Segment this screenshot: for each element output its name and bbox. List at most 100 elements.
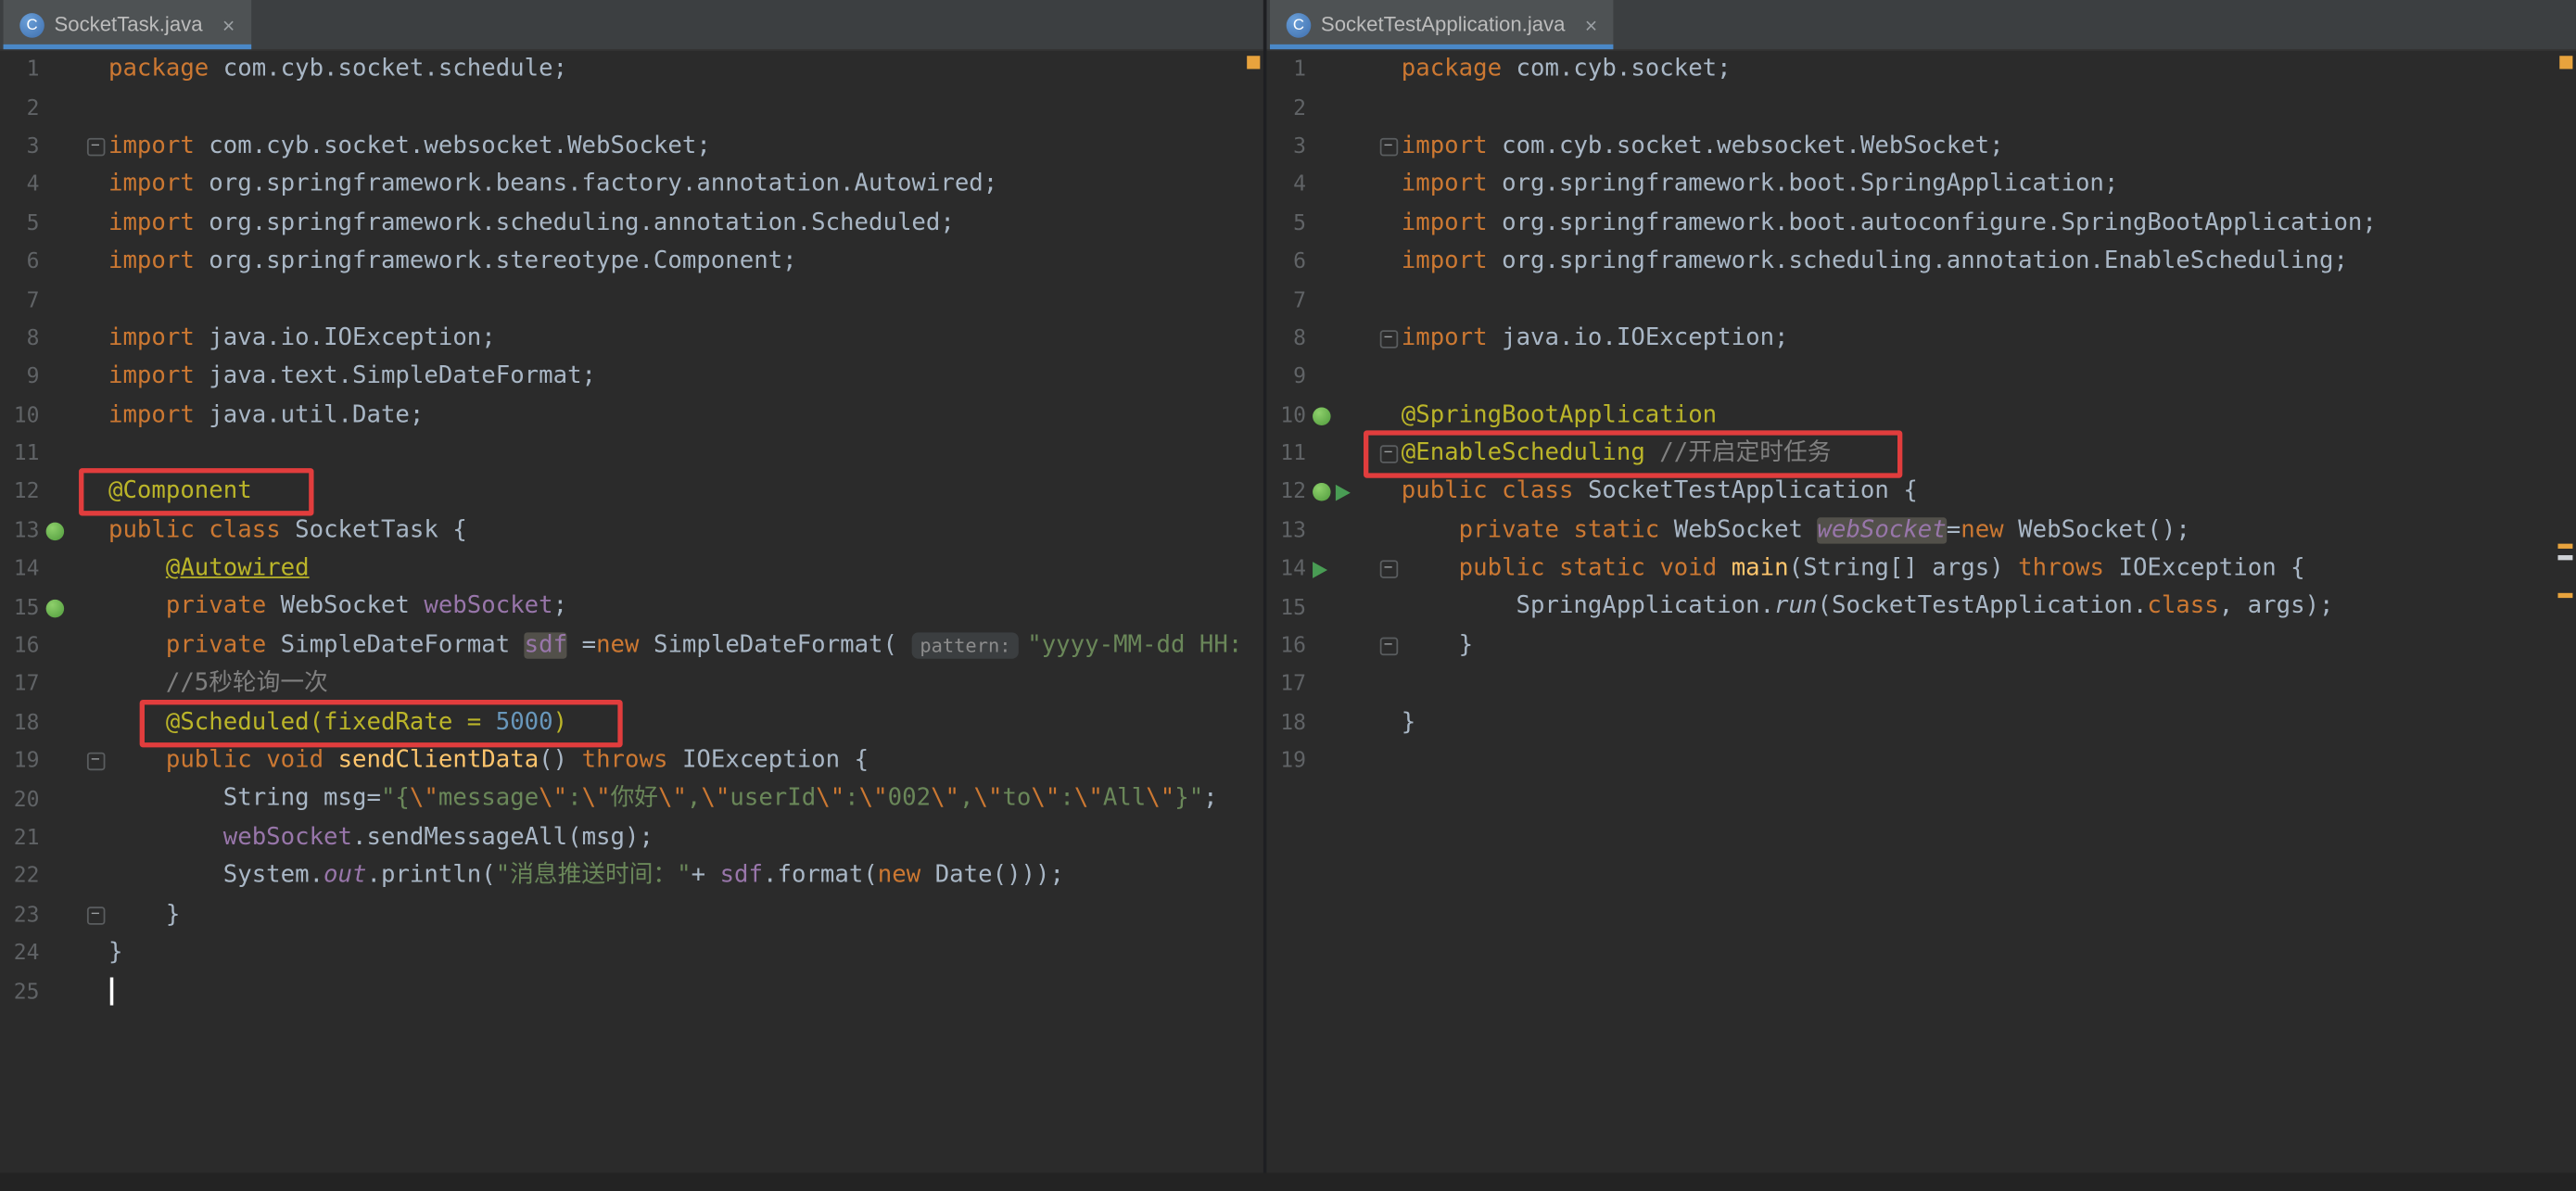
line-number: 12 — [1266, 480, 1306, 505]
code-line[interactable]: 1package com.cyb.socket; — [1266, 51, 2576, 89]
code-text: @EnableScheduling //开启定时任务 — [1402, 435, 2576, 473]
tab-sockettask-java[interactable]: C SocketTask.java × — [4, 0, 251, 49]
code-text: import org.springframework.scheduling.an… — [1402, 243, 2576, 281]
fold-marker[interactable]: − — [86, 753, 104, 770]
code-line[interactable]: 15 SpringApplication.run(SocketTestAppli… — [1266, 589, 2576, 627]
spring-bean-icon[interactable] — [46, 522, 64, 539]
code-line[interactable]: 3−import com.cyb.socket.websocket.WebSoc… — [0, 128, 1263, 166]
close-icon[interactable]: × — [222, 14, 235, 35]
code-line[interactable]: 17 //5秒轮询一次 — [0, 665, 1263, 703]
fold-marker[interactable]: − — [1379, 638, 1397, 655]
code-text: @SpringBootApplication — [1402, 397, 2576, 435]
code-line[interactable]: 1package com.cyb.socket.schedule; — [0, 51, 1263, 89]
run-icon[interactable] — [1313, 562, 1327, 578]
code-line[interactable]: 11 — [0, 435, 1263, 473]
gutter-icons — [1306, 484, 1375, 501]
code-line[interactable]: 23− } — [0, 896, 1263, 934]
code-text: public class SocketTask { — [108, 512, 1263, 550]
code-line[interactable]: 19− public void sendClientData() throws … — [0, 742, 1263, 780]
line-number: 9 — [1266, 365, 1306, 390]
line-number: 6 — [1266, 250, 1306, 275]
code-line[interactable]: 9 — [1266, 359, 2576, 397]
code-line[interactable]: 21 webSocket.sendMessageAll(msg); — [0, 819, 1263, 857]
code-line[interactable]: 8−import java.io.IOException; — [1266, 320, 2576, 358]
fold-marker[interactable]: − — [86, 906, 104, 924]
line-number: 7 — [1266, 288, 1306, 313]
gutter-icons — [1306, 562, 1375, 578]
code-text: public class SocketTestApplication { — [1402, 474, 2576, 512]
code-line[interactable]: 2 — [1266, 89, 2576, 127]
run-icon[interactable] — [1336, 485, 1351, 501]
code-line[interactable]: 4import org.springframework.boot.SpringA… — [1266, 166, 2576, 204]
code-line[interactable]: 12 public class SocketTestApplication { — [1266, 474, 2576, 512]
code-line[interactable]: 10import java.util.Date; — [0, 397, 1263, 435]
fold-marker[interactable]: − — [1379, 330, 1397, 348]
line-number: 2 — [1266, 96, 1306, 121]
scrollbar-error-stripe[interactable] — [2555, 51, 2576, 1191]
text-caret — [110, 977, 114, 1005]
code-text: private static WebSocket webSocket=new W… — [1402, 512, 2576, 550]
code-line[interactable]: 17 — [1266, 665, 2576, 703]
tab-bar-left: C SocketTask.java × — [0, 0, 1263, 51]
code-line[interactable]: 12@Component — [0, 474, 1263, 512]
code-line[interactable]: 2 — [0, 89, 1263, 127]
code-line[interactable]: 8import java.io.IOException; — [0, 320, 1263, 358]
fold-marker[interactable]: − — [1379, 138, 1397, 156]
line-number: 14 — [1266, 557, 1306, 582]
code-line[interactable]: 15 private WebSocket webSocket; — [0, 589, 1263, 627]
code-line[interactable]: 11−@EnableScheduling //开启定时任务 — [1266, 435, 2576, 473]
code-text: @Scheduled(fixedRate = 5000) — [108, 704, 1263, 742]
fold-marker[interactable]: − — [86, 138, 104, 156]
spring-bean-icon[interactable] — [1313, 407, 1330, 424]
tab-sockettestapplication-java[interactable]: C SocketTestApplication.java × — [1270, 0, 1614, 49]
code-line[interactable]: 16− } — [1266, 627, 2576, 665]
code-line[interactable]: 5 import org.springframework.boot.autocon… — [1266, 205, 2576, 243]
line-number: 24 — [0, 942, 40, 967]
fold-marker[interactable]: − — [1379, 445, 1397, 462]
code-text: @Autowired — [108, 551, 1263, 589]
code-line[interactable]: 14 @Autowired — [0, 551, 1263, 589]
line-number: 5 — [1266, 211, 1306, 236]
code-text: import java.util.Date; — [108, 397, 1263, 435]
tab-title: SocketTask.java — [54, 13, 202, 36]
spring-bean-icon[interactable] — [1313, 484, 1330, 501]
line-number: 7 — [0, 288, 40, 313]
code-line[interactable]: 9import java.text.SimpleDateFormat; — [0, 359, 1263, 397]
code-line[interactable]: 5import org.springframework.scheduling.a… — [0, 205, 1263, 243]
code-text: package com.cyb.socket.schedule; — [108, 51, 1263, 89]
code-line[interactable]: 7 — [0, 282, 1263, 320]
code-line[interactable]: 10 @SpringBootApplication — [1266, 397, 2576, 435]
code-line[interactable]: 19 — [1266, 742, 2576, 780]
code-line[interactable]: 24} — [0, 934, 1263, 972]
code-line[interactable]: 4import org.springframework.beans.factor… — [0, 166, 1263, 204]
spring-bean-icon[interactable] — [46, 599, 64, 616]
code-line[interactable]: 16 private SimpleDateFormat sdf =new Sim… — [0, 627, 1263, 665]
line-number: 2 — [0, 96, 40, 121]
code-line[interactable]: 6import org.springframework.stereotype.C… — [0, 243, 1263, 281]
code-line[interactable]: 22 System.out.println("消息推送时间："+ sdf.for… — [0, 858, 1263, 896]
code-editor[interactable]: 1package com.cyb.socket.schedule; 2 3−impo… — [0, 51, 1263, 1011]
code-line[interactable]: 18 @Scheduled(fixedRate = 5000) — [0, 704, 1263, 742]
fold-marker[interactable]: − — [1379, 561, 1397, 578]
code-line[interactable]: 3−import com.cyb.socket.websocket.WebSoc… — [1266, 128, 2576, 166]
code-line[interactable]: 13public class SocketTask { — [0, 512, 1263, 550]
scrollbar-error-stripe[interactable] — [1242, 51, 1263, 1191]
code-line[interactable]: 25 — [0, 973, 1263, 1011]
gutter-fold-area: − — [82, 906, 108, 924]
code-text: import org.springframework.scheduling.an… — [108, 205, 1263, 243]
code-editor[interactable]: 1package com.cyb.socket; 2 3−import com.cy… — [1266, 51, 2576, 781]
line-number: 17 — [1266, 673, 1306, 698]
close-icon[interactable]: × — [1585, 14, 1597, 35]
code-text: webSocket.sendMessageAll(msg); — [108, 819, 1263, 857]
code-line[interactable]: 6 import org.springframework.scheduling.a… — [1266, 243, 2576, 281]
line-number: 10 — [1266, 403, 1306, 428]
stripe-mark — [1247, 56, 1260, 69]
line-number: 18 — [1266, 711, 1306, 736]
ide-window: C SocketTask.java × 1package com.cyb.soc… — [0, 0, 2576, 1191]
code-line[interactable]: 14− public static void main(String[] arg… — [1266, 551, 2576, 589]
code-line[interactable]: 20 String msg="{\"message\":\"你好\",\"use… — [0, 781, 1263, 819]
code-line[interactable]: 18} — [1266, 704, 2576, 742]
code-line[interactable]: 7 — [1266, 282, 2576, 320]
code-text: import org.springframework.boot.autoconf… — [1402, 205, 2576, 243]
code-line[interactable]: 13 private static WebSocket webSocket=ne… — [1266, 512, 2576, 550]
